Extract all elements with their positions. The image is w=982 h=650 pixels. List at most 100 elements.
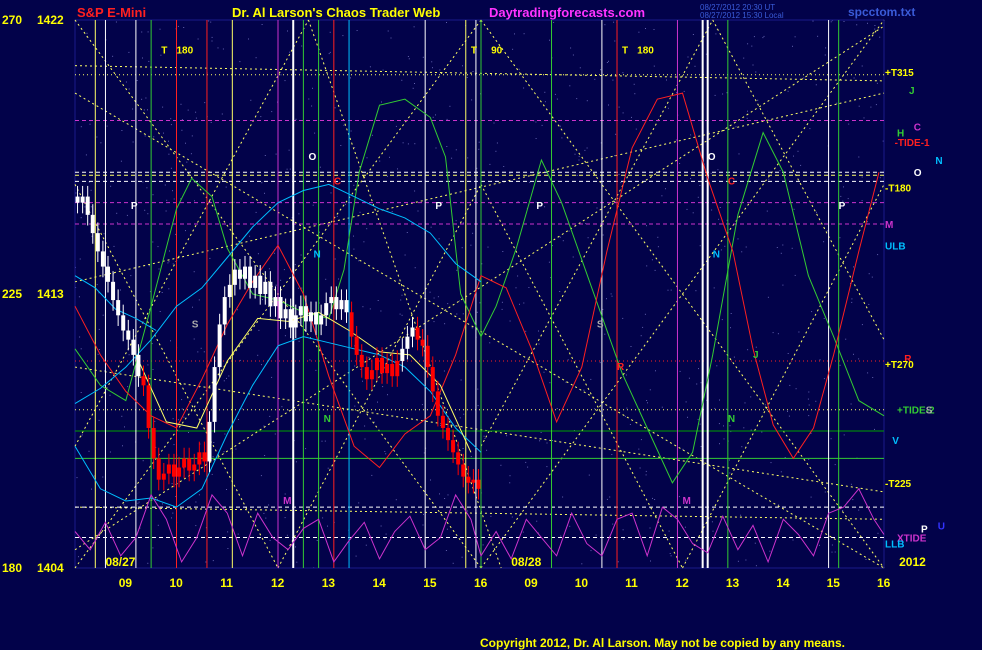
star-dot (435, 114, 436, 116)
star-dot (324, 440, 326, 442)
star-dot (353, 248, 355, 250)
star-dot (463, 413, 465, 415)
star-dot (519, 303, 520, 305)
star-dot (511, 516, 513, 518)
star-dot (608, 104, 609, 106)
star-dot (655, 370, 656, 372)
star-dot (612, 523, 614, 525)
star-dot (741, 251, 743, 253)
level-label: J (909, 86, 915, 97)
price-bar (156, 458, 161, 480)
star-dot (565, 381, 567, 383)
star-dot (595, 534, 597, 536)
star-dot (406, 232, 408, 233)
star-dot (170, 124, 172, 126)
star-dot (633, 83, 635, 85)
star-dot (791, 247, 793, 249)
star-dot (264, 192, 265, 194)
star-dot (614, 155, 616, 157)
star-dot (407, 143, 409, 145)
star-dot (865, 559, 867, 560)
star-dot (258, 329, 260, 331)
star-dot (755, 71, 757, 73)
star-dot (602, 234, 604, 236)
star-dot (110, 185, 112, 187)
star-dot (462, 448, 464, 449)
star-dot (181, 408, 183, 410)
star-dot (562, 496, 564, 498)
star-dot (745, 559, 747, 561)
star-dot (569, 85, 571, 87)
star-dot (792, 539, 794, 541)
star-dot (608, 60, 609, 62)
chart-label: O (308, 152, 316, 163)
star-dot (137, 502, 139, 504)
star-dot (629, 424, 631, 425)
star-dot (467, 157, 469, 159)
star-dot (858, 156, 860, 158)
star-dot (815, 84, 817, 86)
star-dot (152, 547, 154, 549)
star-dot (185, 230, 186, 232)
star-dot (795, 388, 797, 390)
star-dot (283, 269, 285, 271)
star-dot (544, 206, 546, 208)
star-dot (377, 300, 379, 301)
star-dot (321, 440, 323, 442)
star-dot (780, 471, 782, 473)
star-dot (181, 129, 183, 131)
price-bar (283, 309, 288, 319)
star-dot (848, 123, 850, 125)
star-dot (638, 448, 640, 450)
price-bar (85, 196, 90, 215)
level-label: S (926, 406, 933, 417)
star-dot (501, 308, 503, 310)
chart-label: N (324, 414, 331, 425)
price-bar (197, 452, 202, 465)
star-dot (298, 213, 300, 215)
star-dot (423, 513, 424, 515)
star-dot (121, 415, 123, 417)
price-bar (90, 214, 95, 234)
star-dot (166, 199, 168, 201)
star-dot (830, 438, 832, 440)
star-dot (329, 31, 331, 33)
star-dot (617, 561, 619, 563)
star-dot (863, 117, 865, 119)
star-dot (340, 145, 342, 146)
star-dot (353, 184, 355, 186)
star-dot (404, 254, 406, 256)
star-dot (716, 365, 718, 367)
star-dot (145, 97, 147, 99)
star-dot (312, 87, 313, 89)
star-dot (327, 525, 328, 527)
star-dot (618, 106, 620, 108)
star-dot (103, 233, 105, 235)
star-dot (268, 268, 270, 270)
star-dot (747, 349, 749, 351)
star-dot (611, 295, 613, 297)
star-dot (487, 246, 489, 248)
star-dot (79, 336, 81, 338)
price-bar (248, 266, 253, 288)
star-dot (843, 186, 844, 188)
star-dot (194, 200, 195, 202)
star-dot (142, 57, 143, 59)
star-dot (622, 529, 624, 531)
star-dot (461, 556, 463, 558)
star-dot (714, 407, 716, 409)
star-dot (554, 93, 556, 95)
star-dot (523, 33, 525, 35)
star-dot (836, 102, 838, 104)
site-link[interactable]: Daytradingforecasts.com (489, 5, 645, 20)
price-bar (435, 391, 440, 416)
star-dot (255, 57, 257, 59)
star-dot (168, 140, 169, 142)
star-dot (412, 87, 414, 89)
star-dot (228, 375, 230, 377)
star-dot (861, 65, 863, 67)
star-dot (541, 124, 543, 126)
star-dot (470, 244, 472, 246)
star-dot (112, 55, 114, 57)
star-dot (80, 126, 82, 128)
